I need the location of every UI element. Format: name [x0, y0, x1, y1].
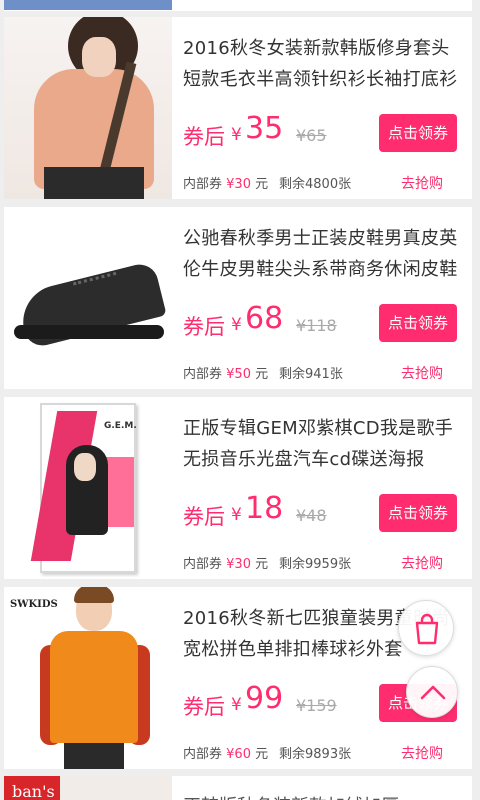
coupon-price: 68 [245, 301, 284, 336]
product-title[interactable]: 正版专辑GEM邓紫棋CD我是歌手无损音乐光盘汽车cd碟送海报 [183, 413, 463, 475]
product-image[interactable] [4, 17, 172, 199]
shopping-bag-button[interactable] [398, 600, 454, 656]
after-coupon-label: 券后 [183, 315, 225, 339]
product-card[interactable]: 2016秋冬女装新款韩版修身套头短款毛衣半高领针织衫长袖打底衫 券后 ¥ 35 … [4, 17, 472, 199]
product-title[interactable]: 2016秋冬女装新款韩版修身套头短款毛衣半高领针织衫长袖打底衫 [183, 33, 463, 95]
album-cover-text: G.E.M. [104, 421, 137, 431]
original-price: ¥159 [296, 696, 337, 715]
product-image[interactable] [60, 776, 172, 800]
product-title[interactable]: 公驰春秋季男士正装皮鞋男真皮英伦牛皮男鞋尖头系带商务休闲皮鞋 [183, 223, 463, 285]
product-card[interactable]: 公驰春秋季男士正装皮鞋男真皮英伦牛皮男鞋尖头系带商务休闲皮鞋 券后 ¥ 68 ¥… [4, 207, 472, 389]
original-price: ¥48 [296, 506, 327, 525]
coupon-price: 35 [245, 111, 284, 146]
coupon-meta: 内部券 ¥30 元 剩余9959张 去抢购 [183, 553, 463, 572]
buy-now-link[interactable]: 去抢购 [401, 743, 443, 763]
brand-logo-text: ban's [4, 776, 60, 800]
product-image[interactable]: G.E.M. [4, 397, 172, 579]
buy-now-link[interactable]: 去抢购 [401, 553, 443, 573]
coupon-unit: 元 [255, 367, 269, 382]
shopping-bag-icon [415, 613, 439, 645]
product-image[interactable]: SWKIDS [4, 587, 172, 769]
coupon-value: ¥30 [226, 177, 251, 192]
claim-coupon-button[interactable]: 点击领券 [379, 114, 457, 152]
coupon-unit: 元 [255, 177, 269, 192]
coupon-label: 内部券 [183, 367, 223, 382]
coupon-value: ¥30 [226, 557, 251, 572]
coupon-label: 内部券 [183, 747, 223, 762]
coupon-value: ¥50 [226, 367, 251, 382]
remaining-count: 剩余9959张 [279, 557, 352, 572]
remaining-count: 剩余941张 [279, 367, 343, 382]
price-row: 券后 ¥ 35 ¥65 点击领券 [183, 111, 463, 155]
brand-logo-text: SWKIDS [10, 599, 58, 610]
after-coupon-label: 券后 [183, 125, 225, 149]
product-image[interactable] [4, 207, 172, 389]
currency-symbol: ¥ [231, 125, 242, 145]
price-row: 券后 ¥ 18 ¥48 点击领券 [183, 491, 463, 535]
buy-now-link[interactable]: 去抢购 [401, 173, 443, 193]
after-coupon-label: 券后 [183, 505, 225, 529]
coupon-meta: 内部券 ¥60 元 剩余9893张 去抢购 [183, 743, 463, 762]
currency-symbol: ¥ [231, 695, 242, 715]
claim-coupon-button[interactable]: 点击领券 [379, 304, 457, 342]
product-title[interactable]: 正韩版秋冬装新款加绒加厚 [183, 792, 399, 800]
buy-now-link[interactable]: 去抢购 [401, 363, 443, 383]
coupon-price: 99 [245, 681, 284, 716]
previous-card-edge [4, 0, 472, 11]
coupon-meta: 内部券 ¥50 元 剩余941张 去抢购 [183, 363, 463, 382]
coupon-label: 内部券 [183, 177, 223, 192]
previous-product-image [4, 0, 172, 10]
coupon-label: 内部券 [183, 557, 223, 572]
chevron-up-icon [420, 685, 446, 700]
product-card[interactable]: G.E.M. 正版专辑GEM邓紫棋CD我是歌手无损音乐光盘汽车cd碟送海报 券后… [4, 397, 472, 579]
coupon-unit: 元 [255, 557, 269, 572]
back-to-top-button[interactable] [406, 666, 458, 718]
currency-symbol: ¥ [231, 315, 242, 335]
original-price: ¥118 [296, 316, 337, 335]
next-product-card[interactable]: ban's 正韩版秋冬装新款加绒加厚 [4, 776, 472, 800]
remaining-count: 剩余9893张 [279, 747, 352, 762]
coupon-price: 18 [245, 491, 284, 526]
price-row: 券后 ¥ 68 ¥118 点击领券 [183, 301, 463, 345]
original-price: ¥65 [296, 126, 327, 145]
remaining-count: 剩余4800张 [279, 177, 352, 192]
coupon-meta: 内部券 ¥30 元 剩余4800张 去抢购 [183, 173, 463, 192]
coupon-unit: 元 [255, 747, 269, 762]
claim-coupon-button[interactable]: 点击领券 [379, 494, 457, 532]
after-coupon-label: 券后 [183, 695, 225, 719]
coupon-value: ¥60 [226, 747, 251, 762]
currency-symbol: ¥ [231, 505, 242, 525]
